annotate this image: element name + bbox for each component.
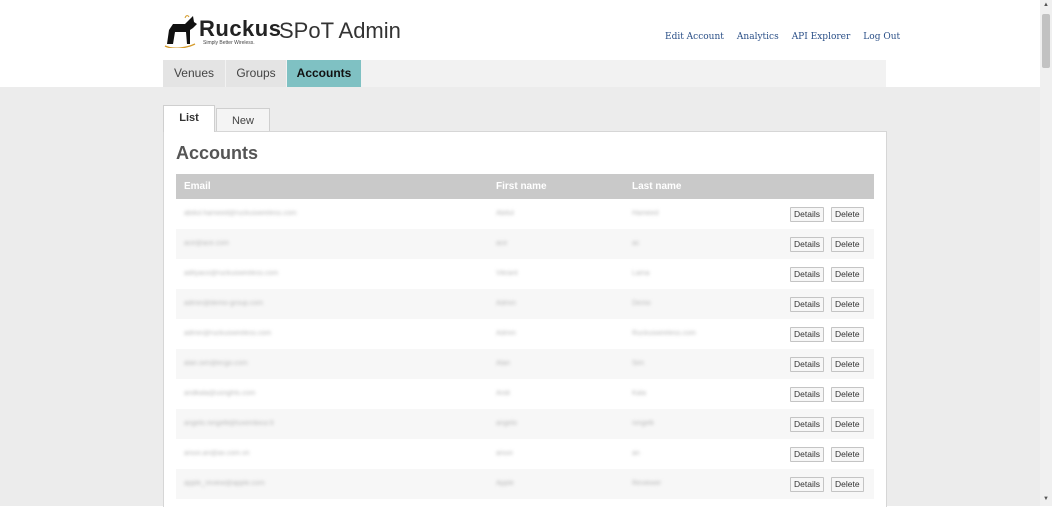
- column-email[interactable]: Email: [184, 174, 211, 199]
- app-title: SPoT Admin: [279, 18, 401, 43]
- tab-accounts[interactable]: Accounts: [287, 60, 361, 87]
- email-cell: adityaco@ruckuswireless.com: [184, 270, 279, 277]
- column-last-name[interactable]: Last name: [632, 174, 681, 199]
- details-button[interactable]: Details: [790, 267, 824, 282]
- top-links: Edit Account Analytics API Explorer Log Out: [665, 32, 913, 42]
- last-name-cell: ac: [632, 240, 640, 247]
- first-name-cell: anuvi: [496, 450, 513, 457]
- first-name-cell: angelo: [496, 420, 518, 427]
- page-scrollbar[interactable]: ▲ ▼: [1040, 0, 1052, 506]
- table-row: ace@ace.com ace ac Details Delete: [176, 229, 874, 259]
- last-name-cell: ningelli: [632, 420, 654, 427]
- last-name-cell: Demo: [632, 300, 651, 307]
- email-cell: admin@ruckuswireless.com: [184, 330, 272, 337]
- table-row: anuvi.an@ax.com.vn anuvi an Details Delete: [176, 439, 874, 469]
- accounts-panel: Accounts Email First name Last name abdu…: [163, 131, 887, 507]
- table-row: admin@ruckuswireless.com Admin Ruckuswirel…: [176, 319, 874, 349]
- email-cell: angelo.ningelli@luxembour.lt: [184, 420, 274, 427]
- first-name-cell: Vikrant: [496, 270, 518, 277]
- scroll-thumb[interactable]: [1042, 14, 1050, 68]
- table-row: abdul.hameed@ruckuswireless.com Abdul Hame…: [176, 199, 874, 229]
- email-cell: alan.sim@ecgo.com: [184, 360, 248, 367]
- delete-button[interactable]: Delete: [831, 297, 864, 312]
- edit-account-link[interactable]: Edit Account: [665, 32, 724, 42]
- delete-button[interactable]: Delete: [831, 327, 864, 342]
- details-button[interactable]: Details: [790, 417, 824, 432]
- table-row: admin@demo-group.com Admin Demo Details Dele…: [176, 289, 874, 319]
- details-button[interactable]: Details: [790, 297, 824, 312]
- log-out-link[interactable]: Log Out: [863, 32, 900, 42]
- details-button[interactable]: Details: [790, 447, 824, 462]
- analytics-link[interactable]: Analytics: [737, 32, 779, 42]
- table-row: apple_review@apple.com Apple Reviewer Detai…: [176, 469, 874, 499]
- last-name-cell: an: [632, 450, 640, 457]
- main-nav: Venues Groups Accounts: [163, 60, 886, 87]
- first-name-cell: ace: [496, 240, 508, 247]
- email-cell: anuvi.an@ax.com.vn: [184, 450, 250, 457]
- last-name-cell: Kala: [632, 390, 647, 397]
- tab-groups[interactable]: Groups: [226, 60, 286, 87]
- api-explorer-link[interactable]: API Explorer: [792, 32, 851, 42]
- subtab-new[interactable]: New: [216, 108, 270, 133]
- delete-button[interactable]: Delete: [831, 477, 864, 492]
- last-name-cell: Sim: [632, 360, 645, 367]
- email-cell: andkala@usrights.com: [184, 390, 256, 397]
- delete-button[interactable]: Delete: [831, 237, 864, 252]
- table-row: angelo.ningelli@luxembour.lt angelo ningel…: [176, 409, 874, 439]
- delete-button[interactable]: Delete: [831, 447, 864, 462]
- brand-wordmark: Ruckus: [199, 16, 282, 41]
- delete-button[interactable]: Delete: [831, 417, 864, 432]
- details-button[interactable]: Details: [790, 327, 824, 342]
- email-cell: ace@ace.com: [184, 240, 229, 247]
- delete-button[interactable]: Delete: [831, 207, 864, 222]
- delete-button[interactable]: Delete: [831, 357, 864, 372]
- column-first-name[interactable]: First name: [496, 174, 547, 199]
- table-row: adityaco@ruckuswireless.com Vikrant Lama De…: [176, 259, 874, 289]
- last-name-cell: Reviewer: [632, 480, 662, 487]
- tab-venues[interactable]: Venues: [163, 60, 225, 87]
- subtab-list[interactable]: List: [163, 105, 215, 132]
- details-button[interactable]: Details: [790, 477, 824, 492]
- accounts-table-body: abdul.hameed@ruckuswireless.com Abdul Hame…: [176, 199, 874, 499]
- dog-logo-icon: [164, 15, 197, 48]
- first-name-cell: Apple: [496, 480, 514, 487]
- scroll-up-icon[interactable]: ▲: [1043, 2, 1049, 8]
- first-name-cell: Admin: [496, 300, 516, 307]
- first-name-cell: Abdul: [496, 210, 514, 217]
- details-button[interactable]: Details: [790, 387, 824, 402]
- scroll-down-icon[interactable]: ▼: [1043, 496, 1049, 502]
- table-row: alan.sim@ecgo.com Alan Sim Details Delete: [176, 349, 874, 379]
- email-cell: abdul.hameed@ruckuswireless.com: [184, 210, 297, 217]
- first-name-cell: Admin: [496, 330, 516, 337]
- last-name-cell: Hameed: [632, 210, 659, 217]
- first-name-cell: Andi: [496, 390, 511, 397]
- email-cell: apple_review@apple.com: [184, 480, 265, 487]
- email-cell: admin@demo-group.com: [184, 300, 264, 307]
- delete-button[interactable]: Delete: [831, 267, 864, 282]
- details-button[interactable]: Details: [790, 237, 824, 252]
- delete-button[interactable]: Delete: [831, 387, 864, 402]
- brand-tagline: Simply Better Wireless.: [203, 40, 255, 46]
- details-button[interactable]: Details: [790, 357, 824, 372]
- table-row: andkala@usrights.com Andi Kala Details Delet…: [176, 379, 874, 409]
- details-button[interactable]: Details: [790, 207, 824, 222]
- last-name-cell: Lama: [632, 270, 650, 277]
- last-name-cell: Ruckuswireless.com: [632, 330, 696, 337]
- page-title: Accounts: [176, 143, 259, 163]
- table-header: Email First name Last name: [176, 174, 874, 199]
- first-name-cell: Alan: [496, 360, 511, 367]
